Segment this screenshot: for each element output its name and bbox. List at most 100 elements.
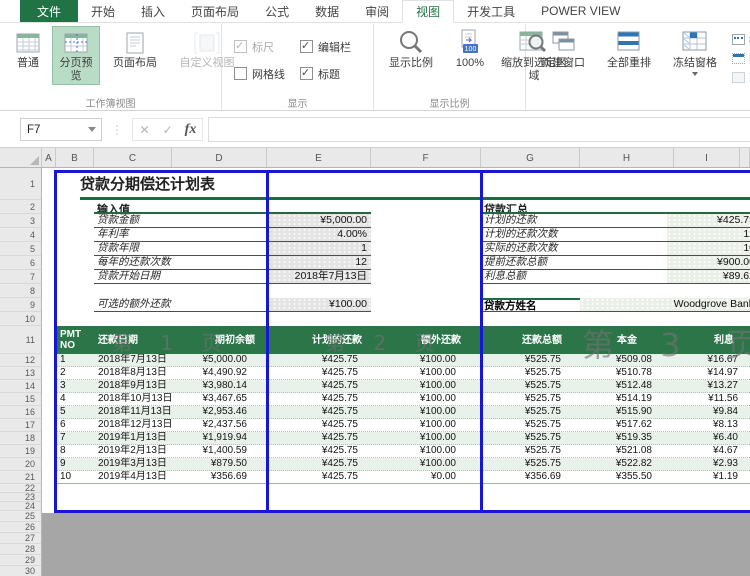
col-header-D[interactable]: D [172,148,267,167]
row-header-20[interactable]: 20 [0,458,41,471]
table-cell[interactable]: 6 [56,419,94,431]
row-header-10[interactable]: 10 [0,312,41,326]
table-cell[interactable]: ¥11.56 [674,393,740,405]
table-cell[interactable]: ¥2,437.56 [172,419,267,431]
table-cell[interactable]: ¥512.48 [580,380,674,392]
row-header-1[interactable]: 1 [0,168,41,200]
table-cell[interactable]: 2019年1月13日 [94,432,172,444]
table-cell[interactable]: ¥521.08 [580,445,674,457]
arrange-all-button[interactable]: 全部重排 [597,27,661,71]
table-cell[interactable]: ¥514.19 [580,393,674,405]
table-cell[interactable]: ¥510.78 [580,367,674,379]
table-cell[interactable]: ¥9.84 [674,406,740,418]
table-cell[interactable]: 2019年3月13日 [94,458,172,470]
zoom-100-button[interactable]: 100100% [445,27,495,71]
table-cell[interactable]: 2018年8月13日 [94,367,172,379]
table-cell[interactable]: ¥525.75 [481,354,580,366]
row-header-26[interactable]: 26 [0,522,41,533]
table-cell[interactable]: ¥879.50 [172,458,267,470]
table-cell[interactable]: 2018年9月13日 [94,380,172,392]
col-header-A[interactable]: A [42,148,56,167]
table-cell[interactable]: ¥0.00 [371,471,481,483]
table-row[interactable]: 62018年12月13日¥2,437.56¥425.75¥100.00¥525.… [56,419,750,432]
row-header-19[interactable]: 19 [0,445,41,458]
table-cell[interactable]: ¥8.13 [674,419,740,431]
table-cell[interactable]: ¥13.27 [674,380,740,392]
table-cell[interactable]: ¥2.93 [674,458,740,470]
checkbox-formula-bar[interactable]: 编辑栏 [300,39,372,55]
table-row[interactable]: 32018年9月13日¥3,980.14¥425.75¥100.00¥525.7… [56,380,750,393]
sheet-grid[interactable]: 贷款分期偿还计划表 输入值 贷款金额¥5,000.00年利率4.00%贷款年限1… [42,168,750,576]
insert-function-icon[interactable]: fx [179,122,202,138]
table-cell[interactable]: 3 [56,380,94,392]
table-cell[interactable]: ¥355.50 [580,471,674,483]
zoom-button[interactable]: 显示比例 [379,27,443,71]
tab-power-view[interactable]: POWER VIEW [528,0,633,22]
table-cell[interactable]: ¥425.75 [267,445,371,457]
table-cell[interactable]: ¥356.69 [481,471,580,483]
row-header-9[interactable]: 9 [0,298,41,312]
table-cell[interactable]: ¥3,980.14 [172,380,267,392]
new-window-button[interactable]: 新建窗口 [531,27,595,71]
row-header-2[interactable]: 2 [0,200,41,214]
page-layout-view-button[interactable]: 页面布局 [101,27,169,71]
table-cell[interactable]: ¥425.75 [267,367,371,379]
summary-value-cell[interactable]: 10 [667,242,750,255]
table-cell[interactable]: 2018年11月13日 [94,406,172,418]
row-header-11[interactable]: 11 [0,326,41,354]
table-cell[interactable]: 10 [56,471,94,483]
col-header-F[interactable]: F [371,148,481,167]
row-header-18[interactable]: 18 [0,432,41,445]
input-value-cell[interactable]: 4.00% [267,228,371,241]
table-cell[interactable]: ¥100.00 [371,367,481,379]
row-header-6[interactable]: 6 [0,256,41,270]
checkbox-gridlines[interactable]: 网格线 [234,66,300,82]
row-header-30[interactable]: 30 [0,566,41,576]
table-cell[interactable]: ¥6.40 [674,432,740,444]
table-cell[interactable]: ¥100.00 [371,432,481,444]
table-row[interactable]: 82019年2月13日¥1,400.59¥425.75¥100.00¥525.7… [56,445,750,458]
table-cell[interactable]: 2 [56,367,94,379]
input-value-cell[interactable]: 2018年7月13日 [267,270,371,283]
tab-home[interactable]: 开始 [78,0,128,22]
row-header-7[interactable]: 7 [0,270,41,284]
table-cell[interactable]: ¥425.75 [267,419,371,431]
col-header-H[interactable]: H [580,148,674,167]
print-area-border-left[interactable] [54,170,57,513]
table-cell[interactable]: 2018年12月13日 [94,419,172,431]
tab-page-layout[interactable]: 页面布局 [178,0,252,22]
col-header-C[interactable]: C [94,148,172,167]
col-header-E[interactable]: E [267,148,371,167]
tab-view[interactable]: 视图 [402,0,454,23]
table-cell[interactable]: 2019年2月13日 [94,445,172,457]
row-header-27[interactable]: 27 [0,533,41,544]
table-cell[interactable]: ¥525.75 [481,445,580,457]
table-row[interactable]: 22018年8月13日¥4,490.92¥425.75¥100.00¥525.7… [56,367,750,380]
table-cell[interactable]: ¥1,400.59 [172,445,267,457]
formula-input[interactable] [208,117,750,142]
name-box-dropdown-icon[interactable] [88,127,96,132]
name-box[interactable]: F7 [20,118,102,141]
table-row[interactable]: 42018年10月13日¥3,467.65¥425.75¥100.00¥525.… [56,393,750,406]
row-header-5[interactable]: 5 [0,242,41,256]
table-cell[interactable]: ¥525.75 [481,432,580,444]
table-cell[interactable]: ¥100.00 [371,406,481,418]
tab-developer[interactable]: 开发工具 [454,0,528,22]
normal-button[interactable]: 普通 [5,27,51,71]
formula-bar-checkbox-icon[interactable] [300,40,313,53]
select-all-corner[interactable] [0,148,42,167]
table-cell[interactable]: ¥425.75 [267,471,371,483]
row-header-29[interactable]: 29 [0,555,41,566]
tab-review[interactable]: 审阅 [352,0,402,22]
table-cell[interactable]: ¥425.75 [267,458,371,470]
input-value-cell[interactable]: 1 [267,242,371,255]
tab-insert[interactable]: 插入 [128,0,178,22]
checkbox-headings[interactable]: 标题 [300,66,372,82]
tab-data[interactable]: 数据 [302,0,352,22]
table-cell[interactable]: ¥425.75 [267,380,371,392]
table-cell[interactable]: ¥14.97 [674,367,740,379]
input-value-cell[interactable]: ¥100.00 [267,298,371,311]
table-cell[interactable]: 9 [56,458,94,470]
summary-value-cell[interactable]: ¥89.62 [667,270,750,283]
table-cell[interactable]: ¥525.75 [481,458,580,470]
